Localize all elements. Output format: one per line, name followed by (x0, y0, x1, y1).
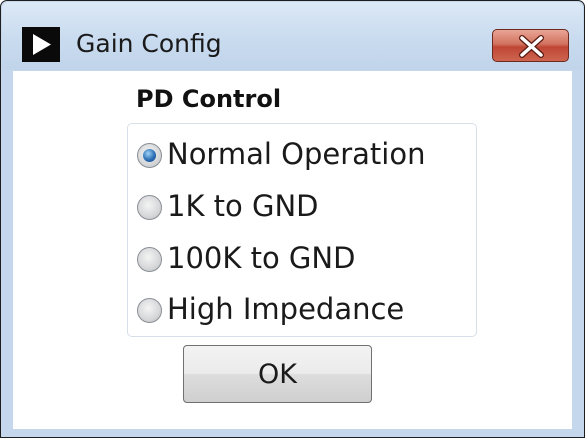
radio-button[interactable] (137, 143, 162, 168)
radio-label: 1K to GND (167, 189, 319, 223)
dialog-content: PD Control Normal Operation 1K to GND 10… (13, 71, 572, 429)
radio-option-normal-operation[interactable]: Normal Operation (137, 134, 472, 172)
window-title: Gain Config (76, 29, 222, 58)
play-triangle-icon (22, 27, 60, 62)
radio-option-high-impedance[interactable]: High Impedance (137, 289, 472, 327)
title-bar[interactable]: Gain Config (2, 2, 583, 70)
radio-label: High Impedance (167, 292, 405, 326)
radio-button[interactable] (137, 247, 162, 272)
radio-option-1k-to-gnd[interactable]: 1K to GND (137, 186, 472, 224)
radio-selected-dot (143, 149, 156, 162)
radio-option-100k-to-gnd[interactable]: 100K to GND (137, 238, 472, 276)
pd-control-group: Normal Operation 1K to GND 100K to GND H… (127, 123, 477, 337)
dialog-window: Gain Config PD Control Normal Operation … (0, 0, 585, 438)
radio-label: Normal Operation (167, 137, 426, 171)
radio-button[interactable] (137, 298, 162, 323)
group-label: PD Control (136, 85, 282, 113)
radio-button[interactable] (137, 195, 162, 220)
close-x-icon (519, 35, 544, 58)
close-button[interactable] (492, 29, 569, 62)
radio-label: 100K to GND (167, 241, 356, 275)
ok-button[interactable]: OK (183, 345, 372, 403)
